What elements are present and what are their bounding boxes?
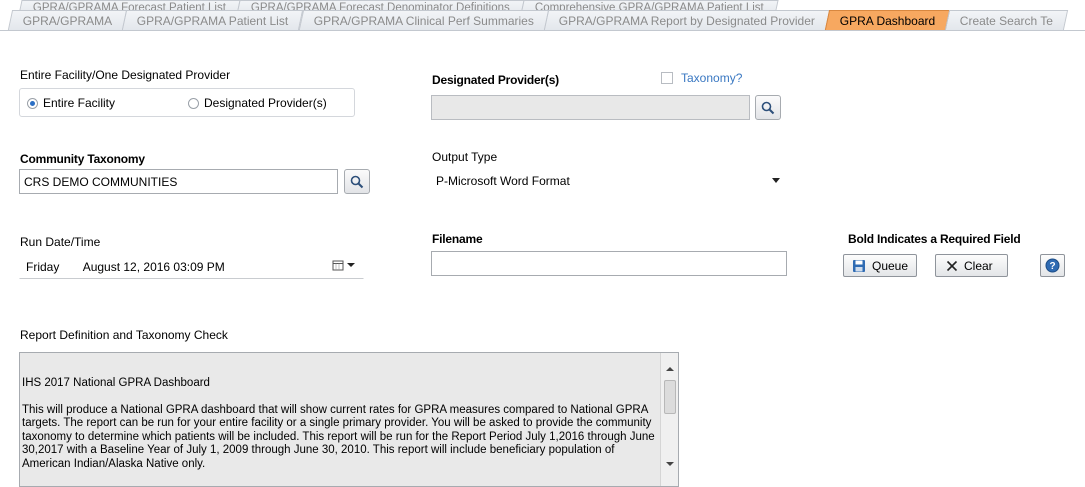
- output-type-value: P-Microsoft Word Format: [436, 174, 570, 188]
- filename-field[interactable]: [431, 251, 787, 276]
- facility-radio-group: Entire Facility Designated Provider(s): [19, 88, 355, 117]
- calendar-dropdown-button[interactable]: [332, 259, 355, 271]
- output-type-select[interactable]: P-Microsoft Word Format: [431, 168, 787, 193]
- radio-entire-facility[interactable]: Entire Facility: [27, 96, 115, 110]
- report-definition-content: IHS 2017 National GPRA Dashboard This wi…: [22, 377, 662, 484]
- provider-search-button[interactable]: [755, 95, 781, 120]
- calendar-icon: [332, 260, 344, 271]
- output-type-label: Output Type: [432, 150, 498, 164]
- community-taxonomy-label: Community Taxonomy: [20, 152, 145, 166]
- run-day: Friday: [26, 260, 60, 274]
- svg-text:?: ?: [1049, 261, 1055, 272]
- close-icon: [946, 260, 958, 271]
- report-definition-textarea[interactable]: IHS 2017 National GPRA Dashboard This wi…: [19, 352, 679, 487]
- radio-selected-indicator: [27, 97, 38, 109]
- tab-gpra-dashboard[interactable]: GPRA Dashboard: [824, 10, 951, 30]
- community-search-button[interactable]: [344, 169, 370, 194]
- help-icon: ?: [1045, 258, 1060, 273]
- chevron-down-icon: [347, 263, 355, 267]
- tab-row-bottom: GPRA/GPRAMA GPRA/GPRAMA Patient List GPR…: [7, 10, 1069, 30]
- scroll-thumb[interactable]: [664, 380, 676, 414]
- run-datetime-picker[interactable]: Friday August 12, 2016 03:09 PM: [19, 254, 364, 279]
- community-taxonomy-field[interactable]: CRS DEMO COMMUNITIES: [19, 169, 338, 194]
- report-body: This will produce a National GPRA dashbo…: [22, 403, 655, 470]
- scroll-down-icon[interactable]: [666, 462, 674, 466]
- required-field-note: Bold Indicates a Required Field: [848, 232, 1021, 246]
- run-date: August 12, 2016 03:09 PM: [82, 260, 225, 274]
- run-datetime-label: Run Date/Time: [20, 235, 101, 249]
- search-icon: [350, 175, 364, 188]
- search-icon: [761, 101, 775, 114]
- taxonomy-checkbox[interactable]: [661, 72, 673, 84]
- facility-label: Entire Facility/One Designated Provider: [20, 68, 231, 82]
- designated-provider-label: Designated Provider(s): [432, 73, 559, 87]
- tab-create-search-template[interactable]: Create Search Te: [945, 10, 1069, 30]
- scroll-up-icon[interactable]: [666, 367, 674, 371]
- clear-button[interactable]: Clear: [935, 254, 1008, 277]
- chevron-down-icon[interactable]: [772, 178, 780, 183]
- filename-label: Filename: [432, 232, 483, 246]
- vertical-scrollbar[interactable]: [660, 353, 678, 486]
- tab-gpra-gprama-patient-list[interactable]: GPRA/GPRAMA Patient List: [122, 10, 304, 30]
- tab-clinical-perf-summaries[interactable]: GPRA/GPRAMA Clinical Perf Summaries: [298, 10, 549, 30]
- help-button[interactable]: ?: [1040, 254, 1065, 277]
- designated-provider-field: [431, 95, 750, 120]
- taxonomy-label: Taxonomy?: [681, 71, 743, 85]
- queue-button[interactable]: Queue: [843, 254, 918, 277]
- tab-divider: [0, 30, 1085, 31]
- save-icon: [853, 259, 865, 272]
- report-title: IHS 2017 National GPRA Dashboard: [22, 377, 210, 389]
- radio-unselected-indicator: [188, 97, 199, 109]
- radio-designated-provider[interactable]: Designated Provider(s): [188, 96, 327, 110]
- tab-gpra-gprama[interactable]: GPRA/GPRAMA: [7, 10, 128, 30]
- report-definition-label: Report Definition and Taxonomy Check: [20, 328, 228, 342]
- tab-report-by-designated-provider[interactable]: GPRA/GPRAMA Report by Designated Provide…: [543, 10, 831, 30]
